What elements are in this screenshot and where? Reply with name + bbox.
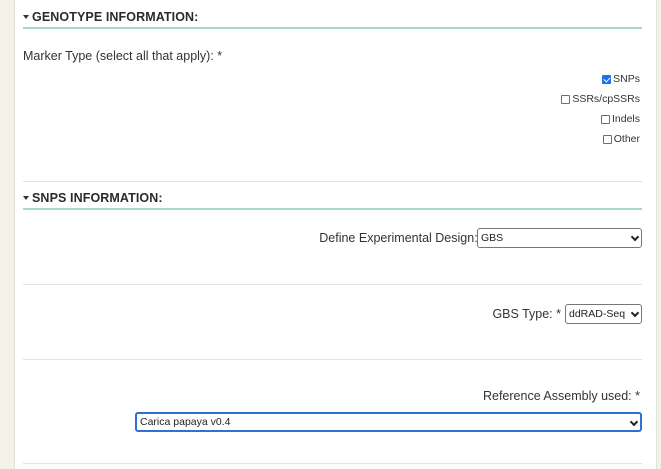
snps-label: SNPs xyxy=(613,73,640,85)
other-checkbox[interactable] xyxy=(602,134,612,144)
reference-assembly-label: Reference Assembly used: * xyxy=(482,389,640,403)
indels-label: Indels xyxy=(611,113,640,125)
divider xyxy=(23,181,642,182)
marker-type-label: Marker Type (select all that apply): * xyxy=(23,49,223,63)
reference-assembly-select[interactable]: Carica papaya v0.4 xyxy=(135,412,642,432)
snps-section-header[interactable]: SNPS INFORMATION: xyxy=(23,191,642,210)
divider xyxy=(23,463,642,464)
snps-header-text: SNPS INFORMATION: xyxy=(32,191,163,205)
reference-assembly-value: Carica papaya v0.4 xyxy=(140,416,231,428)
divider xyxy=(23,359,642,360)
other-label: Other xyxy=(613,133,640,145)
marker-option-ssrs[interactable]: SSRs/cpSSRs xyxy=(561,93,640,105)
divider xyxy=(23,284,642,285)
genotype-header-text: GENOTYPE INFORMATION: xyxy=(32,10,199,24)
ssrs-checkbox[interactable] xyxy=(561,94,571,104)
indels-checkbox[interactable] xyxy=(600,114,610,124)
chevron-down-icon xyxy=(630,308,640,318)
ssrs-label: SSRs/cpSSRs xyxy=(572,93,640,105)
experimental-design-label: Define Experimental Design: * xyxy=(319,231,486,245)
chevron-down-icon xyxy=(630,232,640,242)
snps-checkbox[interactable] xyxy=(602,74,612,84)
experimental-design-select[interactable]: GBS xyxy=(477,228,642,248)
experimental-design-value: GBS xyxy=(481,232,504,244)
gbs-type-select[interactable]: ddRAD-Seq xyxy=(565,304,642,324)
marker-option-other[interactable]: Other xyxy=(602,133,640,145)
marker-option-snps[interactable]: SNPs xyxy=(602,73,640,85)
chevron-down-icon xyxy=(629,417,639,427)
gbs-type-label: GBS Type: * xyxy=(492,307,561,321)
marker-option-indels[interactable]: Indels xyxy=(600,113,640,125)
form-panel: GENOTYPE INFORMATION: Marker Type (selec… xyxy=(14,0,657,469)
genotype-section-header[interactable]: GENOTYPE INFORMATION: xyxy=(23,10,642,29)
collapse-triangle-icon xyxy=(23,14,29,19)
collapse-triangle-icon xyxy=(23,195,29,200)
gbs-type-value: ddRAD-Seq xyxy=(569,308,626,320)
